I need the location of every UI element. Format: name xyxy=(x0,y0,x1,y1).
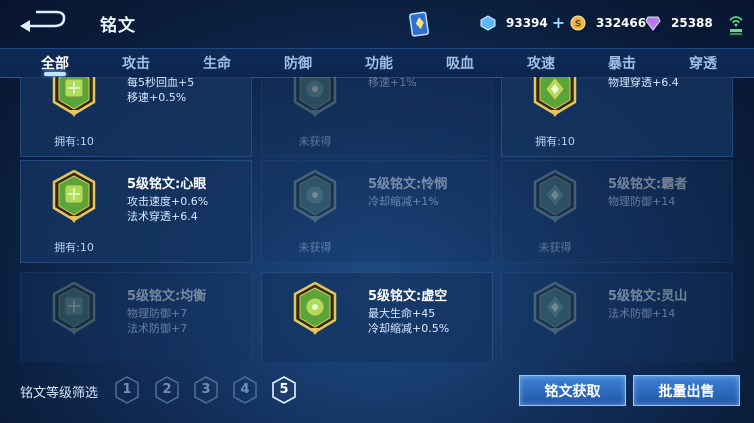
wifi-signal-icon xyxy=(729,16,743,35)
level-filter-label: 铭文等级筛选 xyxy=(20,386,99,401)
tab-3[interactable]: 生命 xyxy=(203,53,231,73)
tab-1[interactable]: 全部 xyxy=(41,53,69,73)
level-filter-1[interactable]: 1 xyxy=(114,376,140,404)
level-filter-5[interactable]: 5 xyxy=(271,376,297,404)
inscription-card[interactable]: 5级铭文:灵山 法术防御+14 xyxy=(501,272,733,362)
active-tab-indicator xyxy=(44,72,66,76)
inscription-card[interactable]: 5级铭文:怜悯 冷却缩减+1% 未获得 xyxy=(261,160,493,263)
inscription-attribute: 攻击速度+0.6% xyxy=(127,195,209,208)
inscription-badge-icon xyxy=(52,77,96,118)
currency-value: 25388 xyxy=(671,16,713,30)
tab-4[interactable]: 防御 xyxy=(284,53,312,73)
owned-count: 拥有:10 xyxy=(54,135,94,148)
tab-2[interactable]: 攻击 xyxy=(122,53,150,73)
inscription-attribute: 物理穿透+6.4 xyxy=(608,77,679,89)
inscription-attribute: 移速+0.5% xyxy=(127,91,187,104)
inscription-attribute: 物理防御+14 xyxy=(608,195,676,208)
owned-count: 未获得 xyxy=(538,241,572,254)
inscription-card[interactable]: 物理攻击+0.9物理穿透+6.4拥有:10 xyxy=(501,77,733,157)
inscription-attribute: 法术穿透+6.4 xyxy=(127,210,198,223)
inscription-card[interactable]: 最大生命+40每5秒回血+5移速+0.5%拥有:10 xyxy=(20,77,252,157)
svg-text:S: S xyxy=(575,20,581,30)
tab-9[interactable]: 穿透 xyxy=(689,53,717,73)
currency-1: 93394 + xyxy=(480,12,565,34)
inscription-badge-icon xyxy=(52,169,96,224)
gem-icon xyxy=(645,15,661,31)
inscription-attribute: 物理防御+7 xyxy=(127,307,188,320)
owned-count: 拥有:10 xyxy=(535,135,575,148)
add-currency-icon[interactable]: + xyxy=(552,15,565,31)
inscription-attribute: 冷却缩减+1% xyxy=(368,195,439,208)
diamond-icon xyxy=(480,15,496,31)
currency-value: 332466 xyxy=(596,16,647,30)
bottom-bar: 铭文等级筛选 1 2 3 4 5 铭文获取 批量出售 xyxy=(0,362,754,423)
inscription-card[interactable]: 5级铭文:霸者 物理防御+14 未获得 xyxy=(501,160,733,263)
inscription-card[interactable]: 5级铭文:虚空 最大生命+45 冷却缩减+0.5% xyxy=(261,272,493,362)
inscription-card[interactable]: 5级铭文:均衡 物理防御+7 法术防御+7 xyxy=(20,272,252,362)
bulk-sell-button[interactable]: 批量出售 xyxy=(633,375,740,406)
level-filter-4[interactable]: 4 xyxy=(232,376,258,404)
page-title: 铭文 xyxy=(100,16,136,36)
inscription-badge-icon xyxy=(533,281,577,336)
inscription-attribute: 冷却缩减+0.5% xyxy=(368,322,450,335)
inscription-attribute: 法术防御+7 xyxy=(127,322,188,335)
tab-7[interactable]: 攻速 xyxy=(527,53,555,73)
level-number: 2 xyxy=(162,382,172,397)
inscription-book-icon[interactable] xyxy=(409,11,431,37)
inscription-name: 5级铭文:虚空 xyxy=(368,289,448,304)
inscription-badge-icon xyxy=(533,169,577,224)
level-number: 5 xyxy=(279,382,289,397)
inscription-attribute: 法术防御+14 xyxy=(608,307,676,320)
inscription-card[interactable]: 5级铭文:心眼 攻击速度+0.6% 法术穿透+6.4 拥有:10 xyxy=(20,160,252,263)
owned-count: 未获得 xyxy=(298,241,332,254)
inscription-attribute: 最大生命+45 xyxy=(368,307,436,320)
inscription-name: 5级铭文:霸者 xyxy=(608,177,688,192)
inscription-name: 5级铭文:心眼 xyxy=(127,177,207,192)
inscription-badge-icon xyxy=(293,169,337,224)
currency-2: S 332466 xyxy=(570,12,646,34)
inscription-card[interactable]: 物理攻击+1.6移速+1%未获得 xyxy=(261,77,493,157)
owned-count: 未获得 xyxy=(298,135,332,148)
inscription-grid: 最大生命+40每5秒回血+5移速+0.5%拥有:10物理攻击+1.6移速+1%未… xyxy=(0,77,754,362)
owned-count: 拥有:10 xyxy=(54,241,94,254)
level-filter-2[interactable]: 2 xyxy=(154,376,180,404)
acquire-button[interactable]: 铭文获取 xyxy=(519,375,626,406)
tab-8[interactable]: 暴击 xyxy=(608,53,636,73)
inscription-name: 5级铭文:灵山 xyxy=(608,289,688,304)
gold-coin-icon: S xyxy=(570,15,586,31)
tab-5[interactable]: 功能 xyxy=(365,53,393,73)
currency-3: 25388 xyxy=(645,12,713,34)
inscription-attribute: 移速+1% xyxy=(368,77,417,89)
category-tabs: 全部 攻击 生命 防御 功能 吸血 攻速 暴击 穿透 xyxy=(0,48,754,78)
inscription-name: 5级铭文:均衡 xyxy=(127,289,207,304)
tab-6[interactable]: 吸血 xyxy=(446,53,474,73)
level-number: 4 xyxy=(240,382,250,397)
level-number: 3 xyxy=(201,382,211,397)
currency-value: 93394 xyxy=(506,16,548,30)
inscription-badge-icon xyxy=(293,281,337,336)
back-arrow-icon[interactable] xyxy=(18,10,68,36)
inscription-name: 5级铭文:怜悯 xyxy=(368,177,448,192)
top-bar: 铭文 93394 + S 332466 25388 xyxy=(0,0,754,46)
inscription-badge-icon xyxy=(52,281,96,336)
inscription-badge-icon xyxy=(293,77,337,118)
level-filter-3[interactable]: 3 xyxy=(193,376,219,404)
inscription-badge-icon xyxy=(533,77,577,118)
level-number: 1 xyxy=(122,382,132,397)
